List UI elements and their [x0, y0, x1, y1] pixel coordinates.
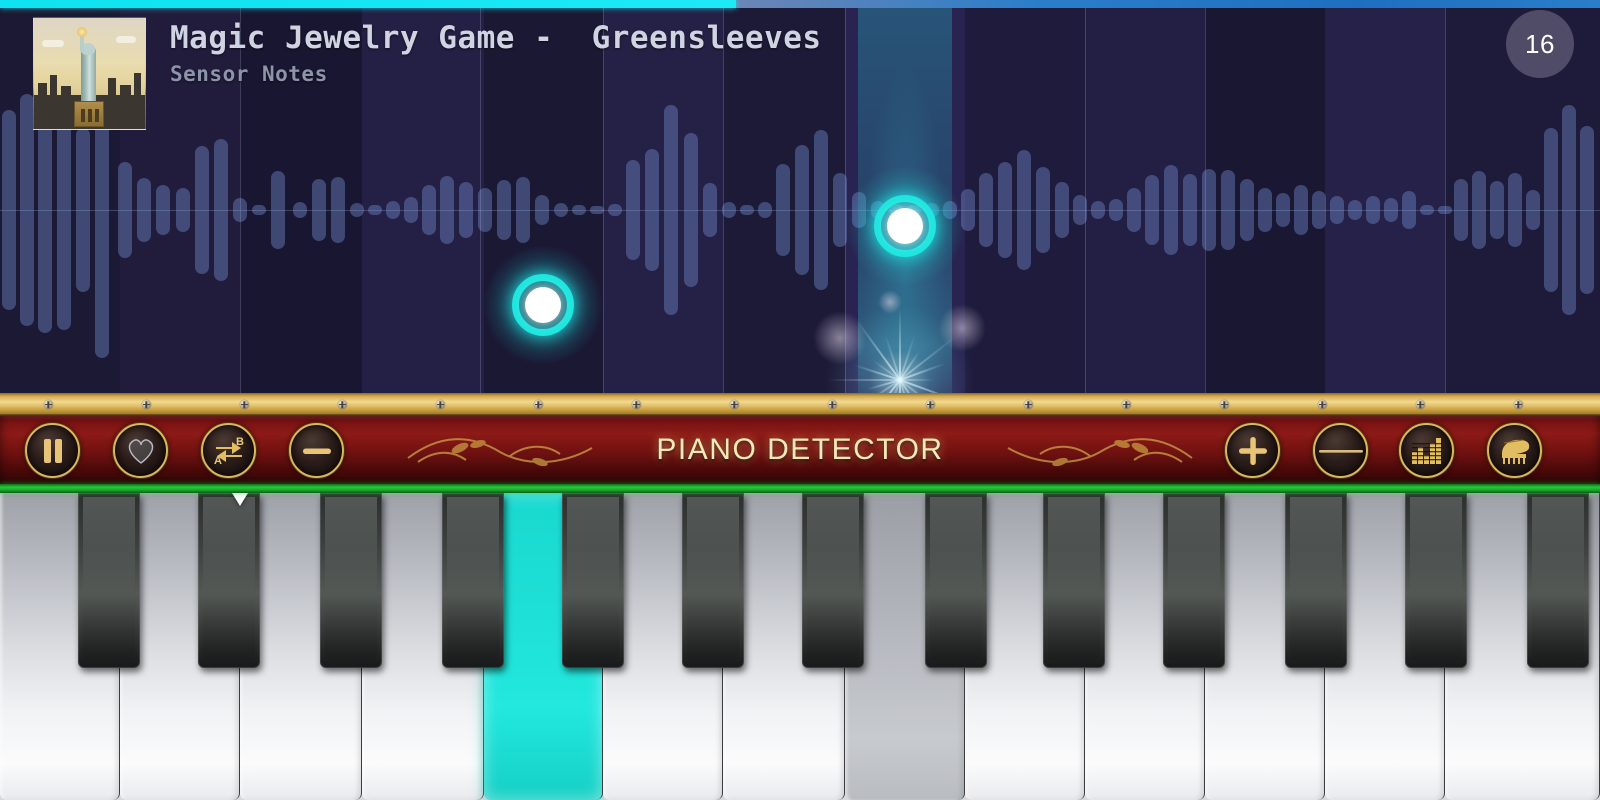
svg-text:A: A [214, 455, 222, 466]
minus-line-icon [1318, 449, 1363, 453]
rail-screw [1122, 400, 1131, 409]
song-subtitle: Sensor Notes [170, 62, 328, 86]
volume-down-button[interactable] [1313, 423, 1368, 478]
black-key[interactable] [78, 493, 140, 668]
note-center [887, 208, 923, 244]
black-key[interactable] [1285, 493, 1347, 668]
note-circle-1[interactable] [483, 245, 603, 365]
statue-torch [80, 35, 84, 51]
album-art [33, 17, 146, 130]
black-key[interactable] [682, 493, 744, 668]
plus-icon [1238, 436, 1267, 465]
gold-rail [0, 393, 1600, 415]
note-counter-badge: 16 [1506, 10, 1574, 78]
rail-screw [1318, 400, 1327, 409]
cloud-icon [42, 40, 64, 47]
key-position-marker [232, 493, 248, 506]
equalizer-icon [1411, 437, 1442, 464]
black-key[interactable] [1043, 493, 1105, 668]
building-shape [120, 85, 131, 95]
statue-body [81, 47, 96, 109]
black-key[interactable] [198, 493, 260, 668]
note-circle-2[interactable] [845, 166, 965, 286]
building-shape [50, 75, 57, 95]
rail-screw [142, 400, 151, 409]
piano-keyboard[interactable] [0, 493, 1600, 800]
rail-screw [632, 400, 641, 409]
rail-screw [1220, 400, 1229, 409]
rail-screw [338, 400, 347, 409]
piano-detector-app: Magic Jewelry Game - Greensleeves Sensor… [0, 0, 1600, 800]
song-header: Magic Jewelry Game - Greensleeves Sensor… [0, 0, 1600, 150]
tempo-down-button[interactable] [289, 423, 344, 478]
song-progress-track[interactable] [0, 0, 1600, 8]
filigree-ornament-left [407, 438, 593, 467]
rail-screw [240, 400, 249, 409]
pause-button[interactable] [25, 423, 80, 478]
equalizer-button[interactable] [1399, 423, 1454, 478]
rail-screw [1514, 400, 1523, 409]
note-center [525, 287, 561, 323]
minus-icon [302, 448, 331, 454]
rail-screw [828, 400, 837, 409]
building-shape [61, 86, 71, 95]
black-key[interactable] [1405, 493, 1467, 668]
grand-piano-icon [1501, 439, 1529, 464]
cloud-icon [116, 36, 136, 43]
black-key[interactable] [925, 493, 987, 668]
rail-screw [436, 400, 445, 409]
building-shape [108, 78, 116, 95]
favorite-button[interactable] [113, 423, 168, 478]
rail-screw [1416, 400, 1425, 409]
rail-screw [534, 400, 543, 409]
black-key[interactable] [562, 493, 624, 668]
rail-screw [44, 400, 53, 409]
ab-repeat-icon: B A [214, 436, 244, 466]
instrument-button[interactable] [1487, 423, 1542, 478]
tempo-up-button[interactable] [1225, 423, 1280, 478]
building-shape [134, 73, 141, 95]
song-progress-fill [0, 0, 736, 8]
green-divider [0, 484, 1600, 493]
building-shape [38, 83, 47, 95]
svg-text:B: B [236, 436, 244, 448]
black-key[interactable] [802, 493, 864, 668]
filigree-ornament-right [1007, 438, 1193, 467]
black-key[interactable] [1527, 493, 1589, 668]
note-counter-value: 16 [1525, 28, 1555, 59]
rail-screw [926, 400, 935, 409]
pause-icon [43, 438, 62, 463]
heart-icon [128, 438, 153, 464]
statue-pedestal [74, 101, 104, 127]
song-title: Magic Jewelry Game - Greensleeves [170, 20, 822, 56]
rail-screw [1024, 400, 1033, 409]
black-key[interactable] [442, 493, 504, 668]
ab-loop-button[interactable]: B A [201, 423, 256, 478]
black-key[interactable] [320, 493, 382, 668]
statue-flame [77, 27, 87, 37]
rail-screw [730, 400, 739, 409]
black-key[interactable] [1163, 493, 1225, 668]
